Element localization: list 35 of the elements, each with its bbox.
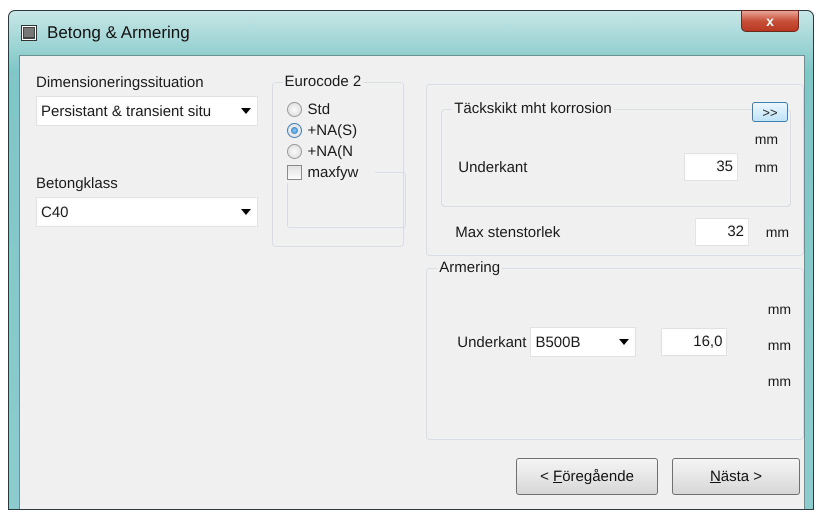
- expand-button[interactable]: >>: [752, 102, 788, 122]
- unit-label: mm: [764, 224, 790, 240]
- dropdown-arrow-icon: [619, 339, 630, 345]
- field-label: Underkant: [458, 158, 528, 176]
- field-label: Underkant: [457, 334, 526, 350]
- window-title: Betong & Armering: [47, 23, 190, 43]
- checkbox-label: maxfyw: [308, 164, 358, 181]
- unit-label: mm: [766, 373, 792, 389]
- grade-dropdown[interactable]: B500B: [530, 327, 636, 357]
- field-label: Betongklass: [36, 175, 119, 194]
- radio-button[interactable]: [286, 144, 302, 159]
- radio-button[interactable]: [286, 123, 302, 138]
- radio-label: +NA(N: [308, 143, 353, 160]
- unit-label: mm: [766, 337, 792, 353]
- field-label: Max stenstorlek: [455, 224, 562, 240]
- close-button[interactable]: x: [741, 10, 799, 32]
- number-field[interactable]: 35: [684, 153, 738, 181]
- number-field[interactable]: 16,0: [661, 328, 728, 356]
- number-field[interactable]: 32: [695, 218, 750, 246]
- radio-button[interactable]: [286, 102, 302, 117]
- unit-label: mm: [754, 159, 778, 175]
- concrete-class-dropdown[interactable]: C40: [36, 197, 258, 227]
- group-title: Armering: [437, 259, 502, 276]
- nav-button[interactable]: Nästa >: [672, 458, 800, 495]
- radio-label: +NA(S): [308, 122, 358, 139]
- unit-label: mm: [766, 301, 792, 317]
- field-label: Dimensioneringssituation: [36, 74, 205, 93]
- window-icon: [21, 25, 37, 41]
- dropdown-arrow-icon: [240, 209, 251, 215]
- dropdown-arrow-icon: [240, 108, 251, 114]
- nav-button[interactable]: < Föregående: [516, 458, 658, 495]
- checkbox[interactable]: [286, 165, 302, 180]
- radio-label: Std: [308, 101, 330, 118]
- unit-label: mm: [754, 131, 778, 147]
- situation-dropdown[interactable]: Persistant & transient situ: [36, 96, 258, 126]
